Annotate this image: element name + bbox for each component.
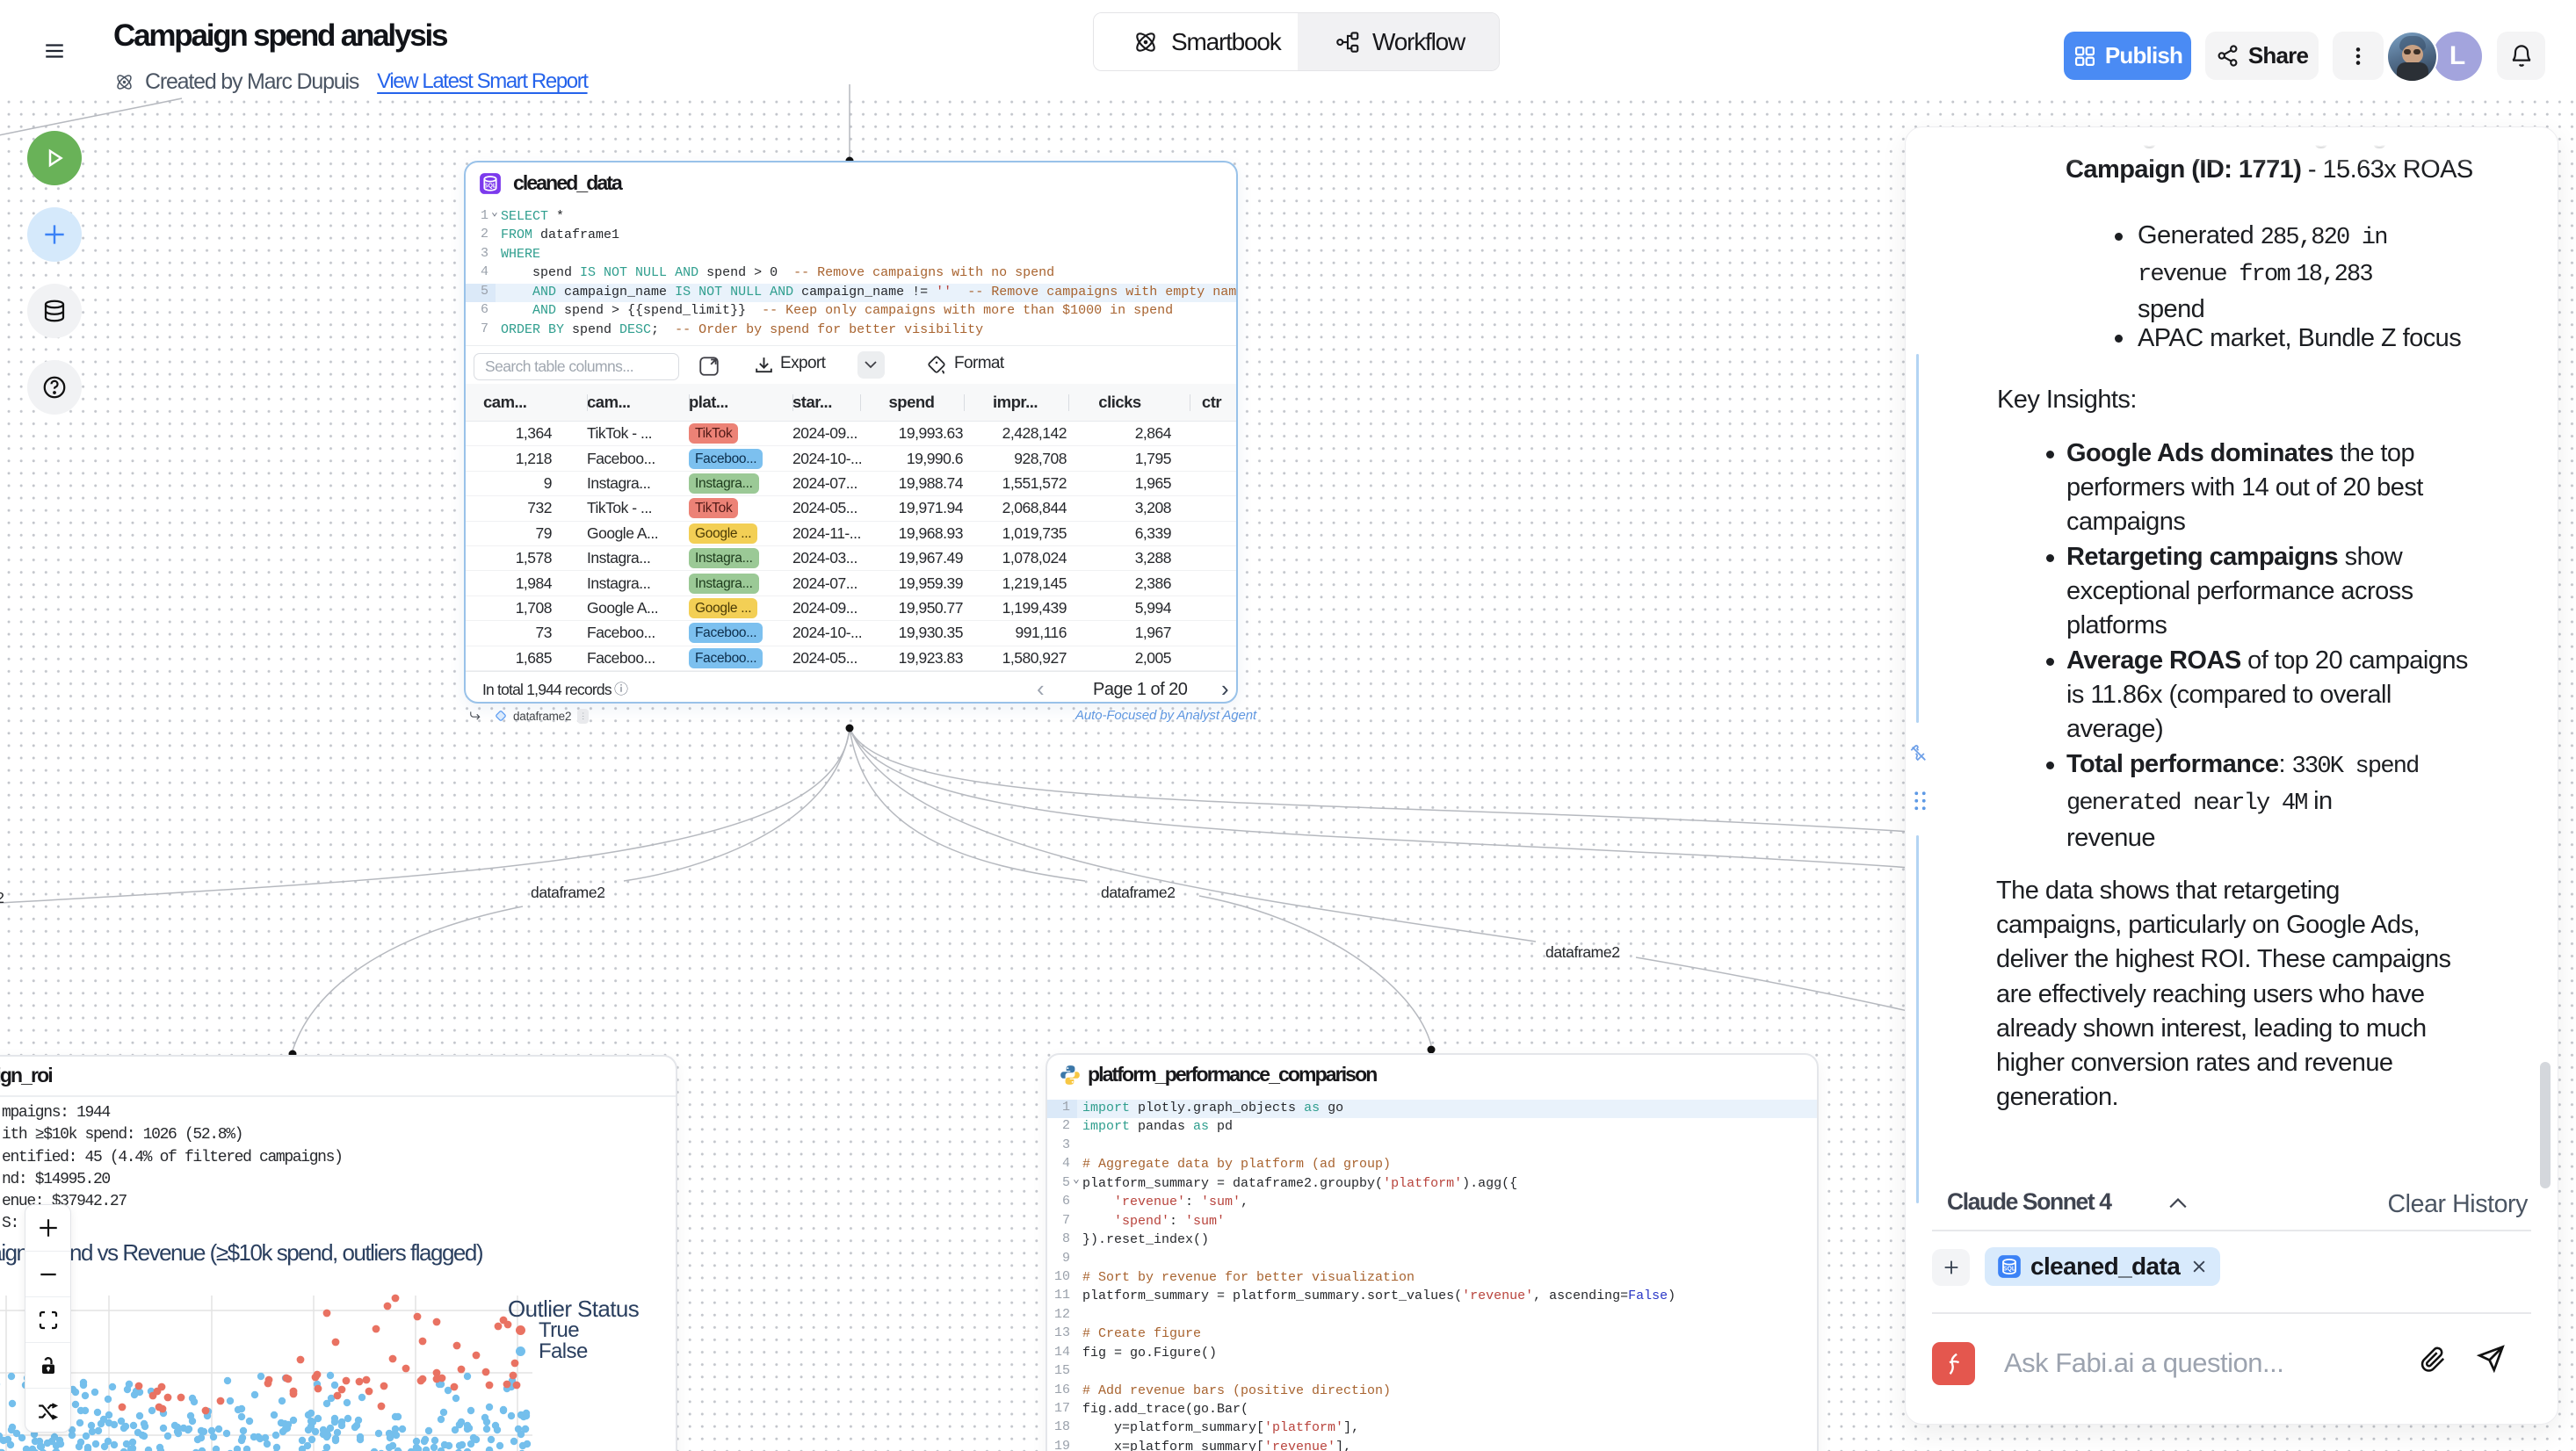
- svg-text:SQL: SQL: [484, 183, 497, 189]
- svg-text:SQL: SQL: [2003, 1267, 2016, 1273]
